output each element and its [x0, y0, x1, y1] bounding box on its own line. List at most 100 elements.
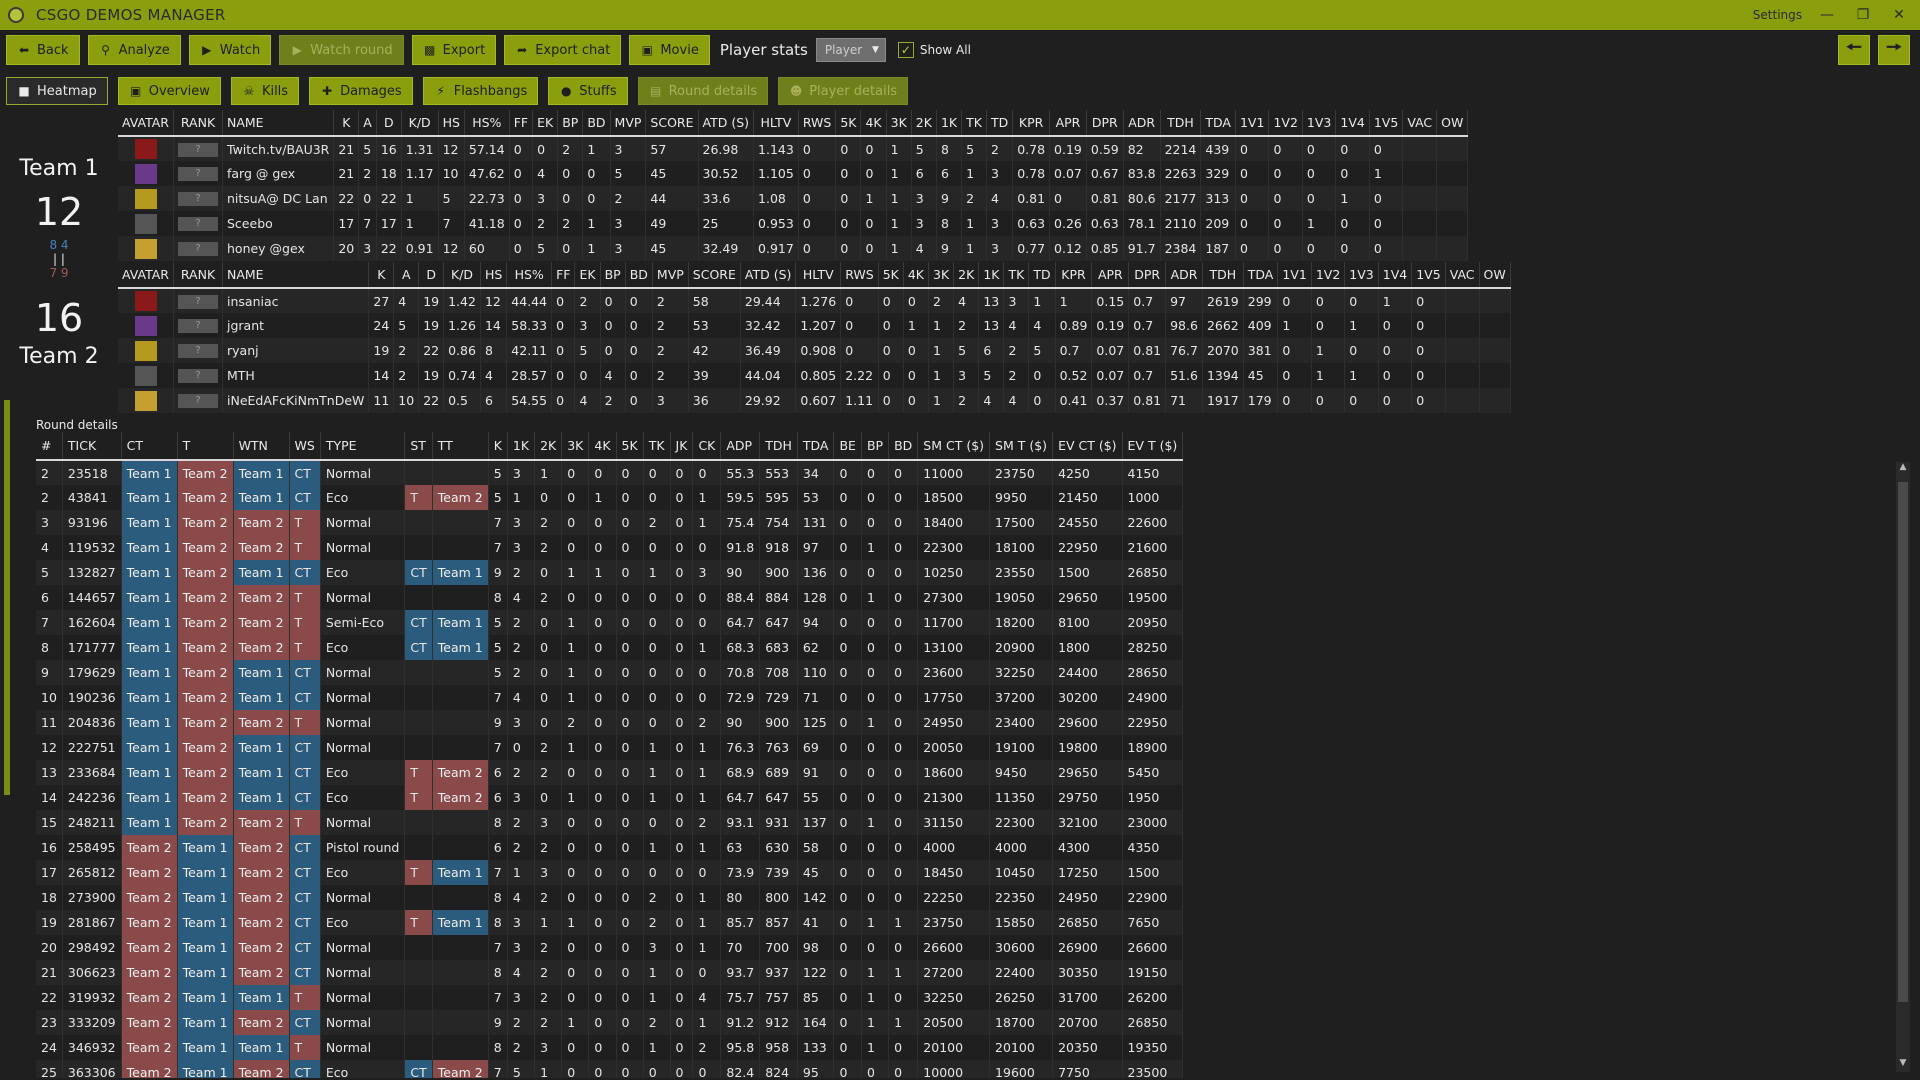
column-header[interactable]: KPR	[1012, 110, 1051, 137]
column-header[interactable]: EK	[532, 110, 559, 137]
back-button[interactable]: ⬅ Back	[6, 35, 80, 65]
column-header[interactable]: 1V2	[1268, 110, 1303, 137]
column-header[interactable]: HS%	[506, 262, 553, 289]
tab-player-details[interactable]: ☻ Player details	[778, 77, 909, 105]
column-header[interactable]: EV T ($)	[1122, 432, 1184, 461]
player-row[interactable]: ? MTH 14 2 19 0.74 4 28.57 0 0 4 0 2 39 44.04 0.805 2.22…	[118, 363, 1511, 388]
round-row[interactable]: 18 273900 Team 2 Team 1 Team 2 CT Normal 8 4 2 0 0 0…	[36, 885, 1184, 910]
column-header[interactable]: 1K	[978, 262, 1005, 289]
column-header[interactable]: 1V1	[1235, 110, 1270, 137]
analyze-button[interactable]: ⚲ Analyze	[87, 35, 181, 65]
column-header[interactable]: TT	[432, 432, 489, 461]
player-row[interactable]: ? Sceebo 17 7 17 1 7 41.18 0 2 2 1 3 49 25 0.953 0 0 0 1 3 8 1…	[118, 211, 1469, 236]
column-header[interactable]: DPR	[1086, 110, 1124, 137]
column-header[interactable]: 2K	[534, 432, 563, 461]
column-header[interactable]: TDA	[1200, 110, 1236, 137]
player-row[interactable]: ? iNeEdAFcKiNmTnDeW 11 10 22 0.5 6 54.55 0 4 2 0 3 36…	[118, 388, 1511, 413]
column-header[interactable]: 1V5	[1369, 110, 1404, 137]
column-header[interactable]: JK	[670, 432, 694, 461]
column-header[interactable]: MVP	[610, 110, 647, 137]
column-header[interactable]: 3K	[886, 110, 912, 137]
round-row[interactable]: 4 119532 Team 1 Team 2 Team 2 T Normal 7 3 2 0 0 0 0 0…	[36, 535, 1184, 560]
column-header[interactable]: K	[488, 432, 508, 461]
round-row[interactable]: 13 233684 Team 1 Team 2 Team 1 CT Eco T Team 262…	[36, 760, 1184, 785]
round-row[interactable]: 22 319932 Team 2 Team 1 Team 1 T Normal 7 3 2 0 0 0 1…	[36, 985, 1184, 1010]
column-header[interactable]: ATD (S)	[740, 262, 797, 289]
column-header[interactable]: 4K	[860, 110, 887, 137]
scroll-down-icon[interactable]: ▼	[1896, 1058, 1910, 1072]
previous-arrow-icon[interactable]: 🠔	[1838, 35, 1870, 65]
tab-overview[interactable]: ▣ Overview	[117, 77, 221, 105]
column-header[interactable]: TDH	[759, 432, 798, 461]
round-row[interactable]: 2 23518 Team 1 Team 2 Team 1 CT Normal 5 3 1 0 0 0 0 0…	[36, 460, 1184, 485]
column-header[interactable]: T	[177, 432, 234, 461]
column-header[interactable]: K/D	[401, 110, 439, 137]
column-header[interactable]: TK	[643, 432, 671, 461]
column-header[interactable]: SM CT ($)	[917, 432, 991, 461]
column-header[interactable]: SM T ($)	[989, 432, 1054, 461]
column-header[interactable]: K	[368, 262, 395, 289]
column-header[interactable]: WS	[289, 432, 321, 461]
column-header[interactable]: 5K	[878, 262, 904, 289]
column-header[interactable]: HS	[438, 110, 465, 137]
column-header[interactable]: 1V2	[1311, 262, 1346, 289]
round-row[interactable]: 6 144657 Team 1 Team 2 Team 2 T Normal 8 4 2 0 0 0 0 0…	[36, 585, 1184, 610]
column-header[interactable]: TICK	[62, 432, 122, 461]
watch-button[interactable]: ▶ Watch	[188, 35, 272, 65]
column-header[interactable]: ATD (S)	[698, 110, 755, 137]
column-header[interactable]: HLTV	[795, 262, 842, 289]
player-row[interactable]: ? honey @gex 20 3 22 0.91 12 60 0 5 0 1 3 45 32.49 0.91…	[118, 236, 1469, 261]
column-header[interactable]: 5K	[616, 432, 644, 461]
column-header[interactable]: ADR	[1123, 110, 1161, 137]
column-header[interactable]: D	[418, 262, 445, 289]
column-header[interactable]: NAME	[222, 262, 370, 289]
round-row[interactable]: 17 265812 Team 2 Team 1 Team 2 CT Eco T Team 171…	[36, 860, 1184, 885]
column-header[interactable]: TK	[961, 110, 987, 137]
column-header[interactable]: MVP	[652, 262, 689, 289]
column-header[interactable]: RANK	[173, 262, 223, 289]
player-row[interactable]: ? Twitch.tv/BAU3R 21 5 16 1.31 12 57.14 0 0 2 1 3 57 2…	[118, 136, 1469, 161]
round-row[interactable]: 16 258495 Team 2 Team 1 Team 2 CT Pistol round…	[36, 835, 1184, 860]
column-header[interactable]: EK	[574, 262, 601, 289]
player-select[interactable]: Player ▼	[815, 38, 886, 62]
column-header[interactable]: TK	[1003, 262, 1030, 289]
column-header[interactable]: TDH	[1202, 262, 1244, 289]
round-row[interactable]: 11 204836 Team 1 Team 2 Team 2 T Normal 9 3 0 2 0 0 0…	[36, 710, 1184, 735]
column-header[interactable]: BP	[861, 432, 890, 461]
column-header[interactable]: 1V5	[1411, 262, 1446, 289]
column-header[interactable]: WTN	[233, 432, 290, 461]
column-header[interactable]: K	[333, 110, 360, 137]
scroll-thumb[interactable]	[1898, 482, 1908, 1002]
minimize-icon[interactable]: —	[1816, 7, 1838, 23]
column-header[interactable]: A	[358, 110, 377, 137]
column-header[interactable]: HS%	[464, 110, 510, 137]
column-header[interactable]: AVATAR	[118, 110, 174, 137]
movie-button[interactable]: ▣ Movie	[629, 35, 710, 65]
export-button[interactable]: ▩ Export	[411, 35, 497, 65]
watch-round-button[interactable]: ▶ Watch round	[279, 35, 404, 65]
tab-heatmap[interactable]: ■ Heatmap	[6, 77, 108, 105]
column-header[interactable]: OW	[1479, 262, 1511, 289]
column-header[interactable]: VAC	[1402, 110, 1438, 137]
column-header[interactable]: NAME	[222, 110, 335, 137]
column-header[interactable]: D	[376, 110, 402, 137]
tab-damages[interactable]: ✚ Damages	[309, 77, 413, 105]
column-header[interactable]: RWS	[840, 262, 879, 289]
column-header[interactable]: CT	[121, 432, 178, 461]
column-header[interactable]: 3K	[561, 432, 590, 461]
column-header[interactable]: FF	[551, 262, 576, 289]
round-row[interactable]: 20 298492 Team 2 Team 1 Team 2 CT Normal 7 3 2 0 0 0…	[36, 935, 1184, 960]
column-header[interactable]: BD	[888, 432, 919, 461]
column-header[interactable]: SCORE	[645, 110, 699, 137]
round-row[interactable]: 25 363306 Team 2 Team 1 Team 2 CT Eco CT Team 27…	[36, 1060, 1184, 1078]
column-header[interactable]: KPR	[1055, 262, 1093, 289]
column-header[interactable]: 1V3	[1344, 262, 1379, 289]
column-header[interactable]: TDH	[1160, 110, 1202, 137]
round-row[interactable]: 24 346932 Team 2 Team 1 Team 1 T Normal 8 2 3 0 0 0 1…	[36, 1035, 1184, 1060]
round-row[interactable]: 3 93196 Team 1 Team 2 Team 2 T Normal 7 3 2 0 0 0 2 0 1…	[36, 510, 1184, 535]
column-header[interactable]: BP	[557, 110, 584, 137]
round-row[interactable]: 23 333209 Team 2 Team 1 Team 2 CT Normal 9 2 2 1 0 0…	[36, 1010, 1184, 1035]
player-row[interactable]: ? nitsuA@ DC Lan 22 0 22 1 5 22.73 0 3 0 0 2 44 33.6 1.…	[118, 186, 1469, 211]
player-row[interactable]: ? farg @ gex 21 2 18 1.17 10 47.62 0 4 0 0 5 45 30.52 1…	[118, 161, 1469, 186]
round-row[interactable]: 15 248211 Team 1 Team 2 Team 2 T Normal 8 2 3 0 0 0 0…	[36, 810, 1184, 835]
